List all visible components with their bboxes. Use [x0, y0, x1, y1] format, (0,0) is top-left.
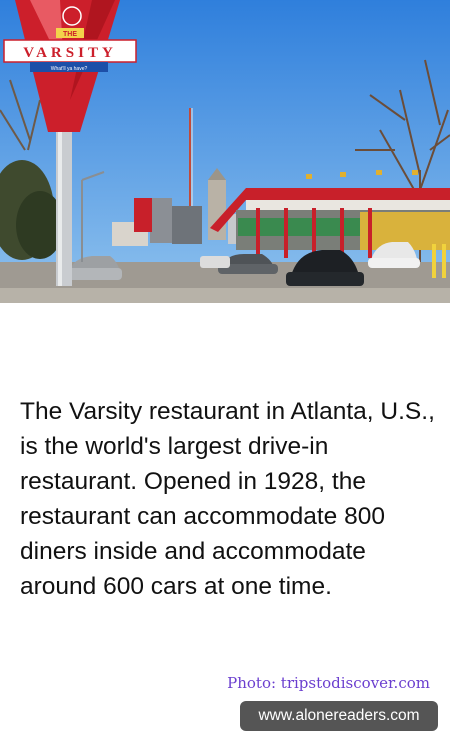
caption-text: The Varsity restaurant in Atlanta, U.S.,… [20, 398, 435, 600]
sign-sub-text: What'll ya have? [51, 66, 88, 72]
sign-main-text: VARSITY [23, 45, 117, 61]
sign-top-text: THE [63, 31, 77, 38]
photo-credit: Photo: tripstodiscover.com [227, 674, 430, 692]
watermark-badge: www.alonereaders.com [240, 701, 438, 731]
varsity-photo: THE VARSITY What'll ya have? [0, 0, 450, 303]
